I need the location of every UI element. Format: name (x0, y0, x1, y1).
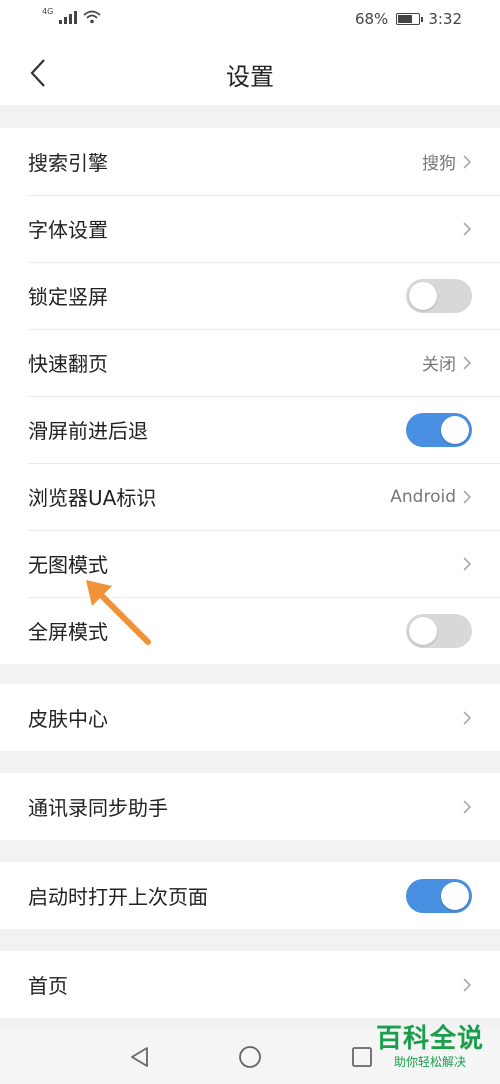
fullscreen-mode-toggle[interactable] (406, 613, 472, 648)
row-label: 首页 (28, 974, 68, 998)
settings-group-startup: 启动时打开上次页面 (0, 862, 500, 929)
row-swipe-navigation[interactable]: 滑屏前进后退 (0, 396, 500, 463)
row-restore-last-page[interactable]: 启动时打开上次页面 (0, 862, 500, 929)
row-label: 皮肤中心 (28, 707, 108, 731)
chevron-right-icon (463, 489, 472, 504)
row-label: 启动时打开上次页面 (28, 885, 208, 909)
signal-icon (59, 10, 78, 24)
wifi-icon (83, 10, 101, 24)
settings-group-home: 首页 (0, 951, 500, 1018)
clock: 3:32 (428, 10, 462, 28)
swipe-navigation-toggle[interactable] (406, 412, 472, 447)
row-value: 搜狗 (422, 154, 456, 174)
status-right: 68% 3:32 (355, 10, 462, 28)
row-font-settings[interactable]: 字体设置 (0, 195, 500, 262)
circle-home-icon[interactable] (237, 1044, 263, 1070)
row-quick-page-turn[interactable]: 快速翻页 关闭 (0, 329, 500, 396)
signal-wifi-group: 4G (42, 7, 101, 24)
row-label: 通讯录同步助手 (28, 796, 168, 820)
row-value: 关闭 (422, 355, 456, 375)
status-bar: 4G 68% 3:32 (0, 0, 500, 40)
row-label: 无图模式 (28, 553, 108, 577)
network-type: 4G (42, 7, 54, 16)
row-lock-portrait[interactable]: 锁定竖屏 (0, 262, 500, 329)
row-contacts-sync[interactable]: 通讯录同步助手 (0, 773, 500, 840)
lock-portrait-toggle[interactable] (406, 278, 472, 313)
settings-group-contacts: 通讯录同步助手 (0, 773, 500, 840)
chevron-right-icon (463, 977, 472, 992)
settings-group-main: 搜索引擎 搜狗 字体设置 锁定竖屏 快速翻页 关闭 滑屏前进后退 浏览器UA标识… (0, 128, 500, 664)
toggle-knob (409, 616, 437, 645)
row-value: Android (390, 486, 456, 507)
battery-icon (396, 13, 424, 25)
battery-percent: 68% (354, 10, 389, 28)
toggle-knob (441, 881, 469, 910)
triangle-back-icon[interactable] (127, 1044, 153, 1070)
row-label: 搜索引擎 (28, 151, 108, 175)
row-search-engine[interactable]: 搜索引擎 搜狗 (0, 128, 500, 195)
toggle-knob (409, 281, 437, 310)
row-no-image-mode[interactable]: 无图模式 (0, 530, 500, 597)
restore-last-page-toggle[interactable] (406, 878, 472, 913)
chevron-right-icon (463, 556, 472, 571)
chevron-right-icon (463, 154, 472, 169)
page-title: 设置 (226, 63, 274, 91)
chevron-right-icon (463, 710, 472, 725)
row-label: 滑屏前进后退 (28, 419, 148, 443)
row-label: 浏览器UA标识 (28, 486, 157, 510)
row-browser-ua[interactable]: 浏览器UA标识 Android (0, 463, 500, 530)
settings-group-skin: 皮肤中心 (0, 684, 500, 751)
toggle-knob (441, 415, 469, 444)
row-fullscreen-mode[interactable]: 全屏模式 (0, 597, 500, 664)
annotation-arrow-icon (86, 580, 151, 645)
square-recents-icon[interactable] (349, 1044, 375, 1070)
chevron-right-icon (463, 355, 472, 370)
watermark-subtitle: 助你轻松解决 (393, 1055, 466, 1069)
chevron-right-icon (463, 221, 472, 236)
watermark: 百科全说 助你轻松解决 (374, 1024, 486, 1080)
row-home-page[interactable]: 首页 (0, 951, 500, 1018)
chevron-right-icon (463, 799, 472, 814)
row-label: 快速翻页 (28, 352, 108, 376)
watermark-title: 百科全说 (375, 1024, 484, 1054)
row-label: 锁定竖屏 (28, 285, 108, 309)
row-label: 字体设置 (28, 218, 108, 242)
row-skin-center[interactable]: 皮肤中心 (0, 684, 500, 751)
header: 设置 (0, 40, 500, 105)
